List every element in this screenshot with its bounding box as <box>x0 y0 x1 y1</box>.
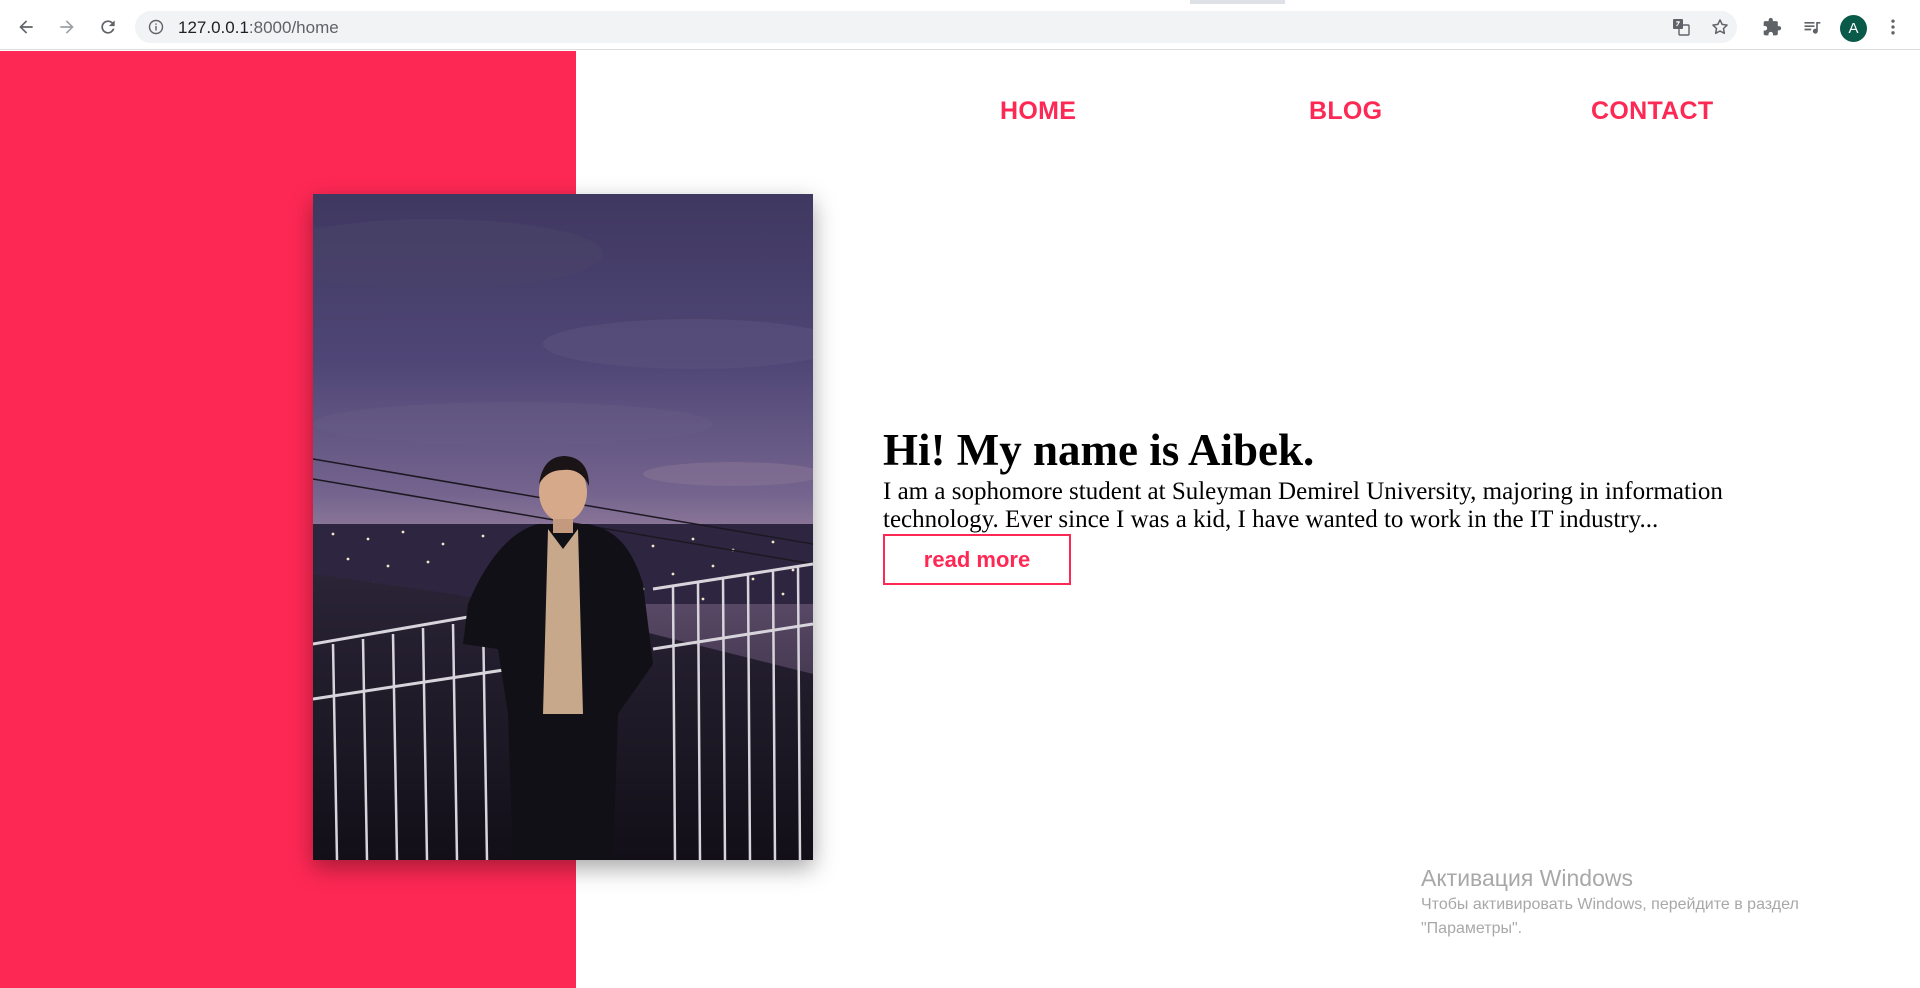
forward-icon <box>60 20 74 34</box>
nav-contact-link[interactable]: CONTACT <box>1591 97 1713 126</box>
profile-avatar[interactable]: A <box>1840 15 1867 42</box>
night-city-portrait-image <box>313 194 813 860</box>
hero-title: Hi! My name is Aibek. <box>883 425 1315 475</box>
browser-toolbar: 127.0.0.1:8000/home A <box>0 4 1920 50</box>
info-icon[interactable] <box>148 19 164 35</box>
media-queue-button[interactable] <box>1798 13 1826 41</box>
watermark-title: Активация Windows <box>1421 865 1633 891</box>
reload-icon <box>101 20 115 34</box>
windows-activation-watermark: Активация Windows Чтобы активировать Win… <box>1421 863 1799 941</box>
watermark-line-1: Чтобы активировать Windows, перейдите в … <box>1421 896 1799 913</box>
profile-initial: A <box>1848 20 1859 37</box>
forward-button[interactable] <box>53 13 81 41</box>
nav-home-link[interactable]: HOME <box>1000 97 1076 126</box>
media-queue-icon <box>1804 22 1821 34</box>
hero-description: I am a sophomore student at Suleyman Dem… <box>883 478 1723 533</box>
extensions-icon <box>1763 17 1782 36</box>
profile-photo <box>313 194 813 860</box>
extensions-button[interactable] <box>1758 13 1786 41</box>
nav-blog-link[interactable]: BLOG <box>1309 97 1382 126</box>
read-more-button[interactable]: read more <box>883 534 1071 585</box>
back-button[interactable] <box>12 13 40 41</box>
menu-icon <box>1891 19 1895 35</box>
reload-button[interactable] <box>94 13 122 41</box>
translate-icon[interactable] <box>1671 17 1691 37</box>
url-path: :8000/home <box>248 18 339 37</box>
page-viewport: HOME BLOG CONTACT Hi! My name is Aibek. … <box>0 51 1920 988</box>
url-host: 127.0.0.1 <box>178 18 249 37</box>
browser-menu-button[interactable] <box>1879 13 1907 41</box>
url-text[interactable]: 127.0.0.1:8000/home <box>178 18 339 38</box>
back-icon <box>19 20 33 34</box>
watermark-line-2: "Параметры". <box>1421 920 1523 937</box>
star-icon[interactable] <box>1710 17 1730 37</box>
address-bar[interactable]: 127.0.0.1:8000/home <box>135 11 1737 43</box>
